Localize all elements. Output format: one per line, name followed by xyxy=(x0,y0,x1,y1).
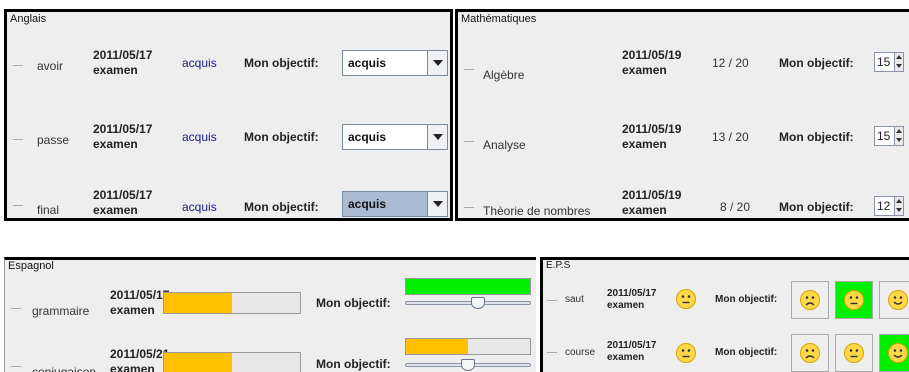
result-neutral-face-icon xyxy=(675,342,697,364)
sad-face-icon xyxy=(799,289,821,311)
objective-sad-button[interactable] xyxy=(791,281,829,319)
objective-dropdown-value: acquis xyxy=(348,56,387,70)
anglais-row-final: final 2011/05/17 examen acquis Mon object… xyxy=(7,188,450,218)
objective-label: Mon objectif: xyxy=(244,130,319,144)
exam-date: 2011/05/17 examen xyxy=(110,288,170,317)
objective-label: Mon objectif: xyxy=(244,56,319,70)
objective-label: Mon objectif: xyxy=(244,200,319,214)
objective-label: Mon objectif: xyxy=(316,357,391,371)
objective-label: Mon objectif: xyxy=(715,294,778,305)
subject-label: grammaire xyxy=(32,304,90,318)
goal-bar xyxy=(405,278,531,295)
subject-label: avoir xyxy=(37,59,64,73)
objective-spinner[interactable]: 15 xyxy=(874,52,904,72)
sad-face-icon xyxy=(799,342,821,364)
chevron-down-icon[interactable] xyxy=(427,192,447,216)
objective-happy-button[interactable] xyxy=(879,334,909,372)
objective-label: Mon objectif: xyxy=(779,130,854,144)
goal-bar xyxy=(405,338,531,355)
eps-row-course: course 2011/05/17 examen Mon objectif: xyxy=(543,330,909,372)
objective-label: Mon objectif: xyxy=(715,347,778,358)
exam-date: 2011/05/17 examen xyxy=(93,188,153,217)
panel-title-espagnol: Espagnol xyxy=(8,260,54,272)
subject-label: Analyse xyxy=(483,138,526,152)
objective-dropdown[interactable]: acquis xyxy=(342,50,448,76)
objective-dropdown[interactable]: acquis xyxy=(342,191,448,217)
score-value: 13 / 20 xyxy=(712,130,749,144)
slider-thumb[interactable] xyxy=(471,297,485,309)
espagnol-row-conjugaison: conjugaison 2011/05/21 examen Mon objecti… xyxy=(5,338,536,372)
exam-date: 2011/05/17 examen xyxy=(93,48,153,77)
happy-face-icon xyxy=(887,342,909,364)
score-value: 12 / 20 xyxy=(712,56,749,70)
chevron-down-icon[interactable] xyxy=(427,51,447,75)
result-neutral-face-icon xyxy=(675,288,697,310)
objective-neutral-button[interactable] xyxy=(835,334,873,372)
exam-date: 2011/05/21 examen xyxy=(110,347,170,372)
panel-title-eps: E.P.S xyxy=(546,260,571,271)
status-value: acquis xyxy=(182,200,217,214)
exam-date: 2011/05/17 examen xyxy=(607,288,657,311)
exam-date: 2011/05/19 examen xyxy=(622,122,682,151)
objective-label: Mon objectif: xyxy=(779,56,854,70)
status-value: acquis xyxy=(182,56,217,70)
panel-eps: E.P.S saut 2011/05/17 examen Mon objectif… xyxy=(540,257,909,372)
maths-row-algebre: Algèbre 2011/05/19 examen 12 / 20 Mon obj… xyxy=(458,48,909,88)
exam-date: 2011/05/17 examen xyxy=(93,122,153,151)
exam-date: 2011/05/19 examen xyxy=(622,188,682,217)
exam-date: 2011/05/17 examen xyxy=(607,340,657,363)
goal-bar-fill xyxy=(406,279,530,294)
objective-sad-button[interactable] xyxy=(791,334,829,372)
chevron-down-icon[interactable] xyxy=(427,125,447,149)
score-value: 8 / 20 xyxy=(720,200,751,214)
neutral-face-icon xyxy=(843,289,865,311)
objective-dropdown-value: acquis xyxy=(348,130,387,144)
objective-happy-button[interactable] xyxy=(879,281,909,319)
objective-spinner-value: 12 xyxy=(877,199,891,213)
panel-espagnol: Espagnol grammaire 2011/05/17 examen Mon … xyxy=(4,257,536,372)
objective-slider[interactable] xyxy=(405,301,531,305)
subject-label: passe xyxy=(37,133,70,147)
objective-neutral-button[interactable] xyxy=(835,281,873,319)
subject-label: final xyxy=(37,203,60,217)
panel-mathematiques: Mathématiques Algèbre 2011/05/19 examen 1… xyxy=(455,9,909,221)
slider-thumb[interactable] xyxy=(461,359,475,371)
progress-bar xyxy=(163,352,301,372)
anglais-row-avoir: avoir 2011/05/17 examen acquis Mon object… xyxy=(7,48,450,88)
spinner-arrows-icon[interactable] xyxy=(894,127,903,145)
status-value: acquis xyxy=(182,130,217,144)
subject-label: Thèorie de nombres xyxy=(483,204,591,218)
objective-label: Mon objectif: xyxy=(316,296,391,310)
progress-bar-fill xyxy=(164,353,232,372)
goal-bar-fill xyxy=(406,339,468,354)
panel-title-anglais: Anglais xyxy=(10,13,47,25)
objective-spinner[interactable]: 12 xyxy=(874,196,904,216)
panel-anglais: Anglais avoir 2011/05/17 examen acquis Mo… xyxy=(4,9,453,221)
happy-face-icon xyxy=(887,289,909,311)
anglais-row-passe: passe 2011/05/17 examen acquis Mon object… xyxy=(7,122,450,162)
exam-date: 2011/05/19 examen xyxy=(622,48,682,77)
objective-dropdown[interactable]: acquis xyxy=(342,124,448,150)
subject-label: conjugaison xyxy=(32,365,97,372)
spinner-arrows-icon[interactable] xyxy=(894,53,903,71)
objective-spinner[interactable]: 15 xyxy=(874,126,904,146)
objective-spinner-value: 15 xyxy=(877,55,891,69)
espagnol-row-grammaire: grammaire 2011/05/17 examen Mon objectif: xyxy=(5,278,536,328)
objective-label: Mon objectif: xyxy=(779,200,854,214)
progress-bar xyxy=(163,292,301,314)
subject-label: Algèbre xyxy=(483,68,525,82)
spinner-arrows-icon[interactable] xyxy=(894,197,903,215)
eps-row-saut: saut 2011/05/17 examen Mon objectif: xyxy=(543,278,909,322)
maths-row-theorie: Thèorie de nombres 2011/05/19 examen 8 / … xyxy=(458,188,909,218)
subject-label: saut xyxy=(565,294,584,305)
panel-title-mathematiques: Mathématiques xyxy=(461,13,537,25)
objective-spinner-value: 15 xyxy=(877,129,891,143)
subject-label: course xyxy=(565,347,596,358)
neutral-face-icon xyxy=(843,342,865,364)
maths-row-analyse: Analyse 2011/05/19 examen 13 / 20 Mon obj… xyxy=(458,122,909,162)
objective-dropdown-value: acquis xyxy=(348,197,387,211)
progress-bar-fill xyxy=(164,293,232,313)
